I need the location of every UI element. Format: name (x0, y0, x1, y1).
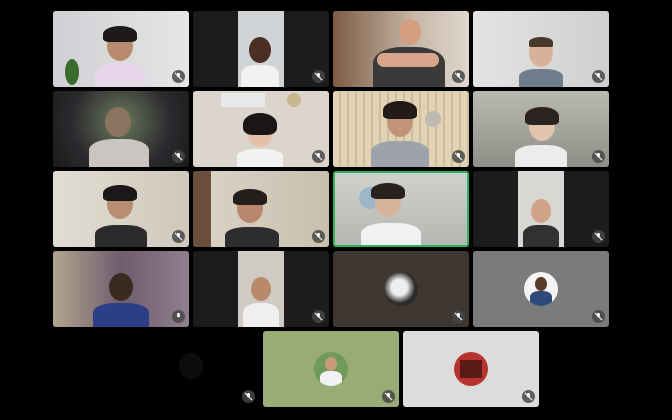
participant-tile[interactable] (193, 91, 329, 167)
mic-off-icon (172, 150, 185, 163)
mic-off-icon (522, 390, 535, 403)
mic-off-icon (312, 150, 325, 163)
participant-tile[interactable] (473, 171, 609, 247)
profile-picture (384, 272, 418, 306)
mic-off-icon (592, 150, 605, 163)
mic-off-icon (242, 390, 255, 403)
participant-tile[interactable] (193, 251, 329, 327)
mic-off-icon (592, 70, 605, 83)
mic-off-icon (172, 70, 185, 83)
profile-picture (454, 352, 488, 386)
participant-tile[interactable] (53, 251, 189, 327)
profile-picture (314, 352, 348, 386)
participant-tile[interactable] (53, 91, 189, 167)
participant-tile[interactable] (53, 171, 189, 247)
mic-off-icon (312, 70, 325, 83)
participant-tile[interactable] (333, 91, 469, 167)
mic-off-icon (172, 230, 185, 243)
profile-picture (524, 272, 558, 306)
participant-tile[interactable] (263, 331, 399, 407)
mic-off-icon (382, 390, 395, 403)
participant-tile[interactable] (333, 11, 469, 87)
participant-tile[interactable] (193, 11, 329, 87)
mic-off-icon (592, 310, 605, 323)
mic-off-icon (452, 150, 465, 163)
participant-tile-speaking[interactable] (333, 171, 469, 247)
participant-tile[interactable] (403, 331, 539, 407)
participant-tile[interactable] (473, 91, 609, 167)
mic-off-icon (592, 230, 605, 243)
mic-off-icon (312, 230, 325, 243)
participant-tile[interactable] (473, 11, 609, 87)
participant-tile[interactable] (123, 331, 259, 407)
mic-off-icon (452, 70, 465, 83)
mic-off-icon (312, 310, 325, 323)
participant-tile[interactable] (333, 251, 469, 327)
participant-tile[interactable] (193, 171, 329, 247)
participant-tile[interactable] (53, 11, 189, 87)
mic-off-icon (452, 310, 465, 323)
participant-tile[interactable] (473, 251, 609, 327)
mic-icon (172, 310, 185, 323)
participant-gallery (0, 0, 672, 420)
